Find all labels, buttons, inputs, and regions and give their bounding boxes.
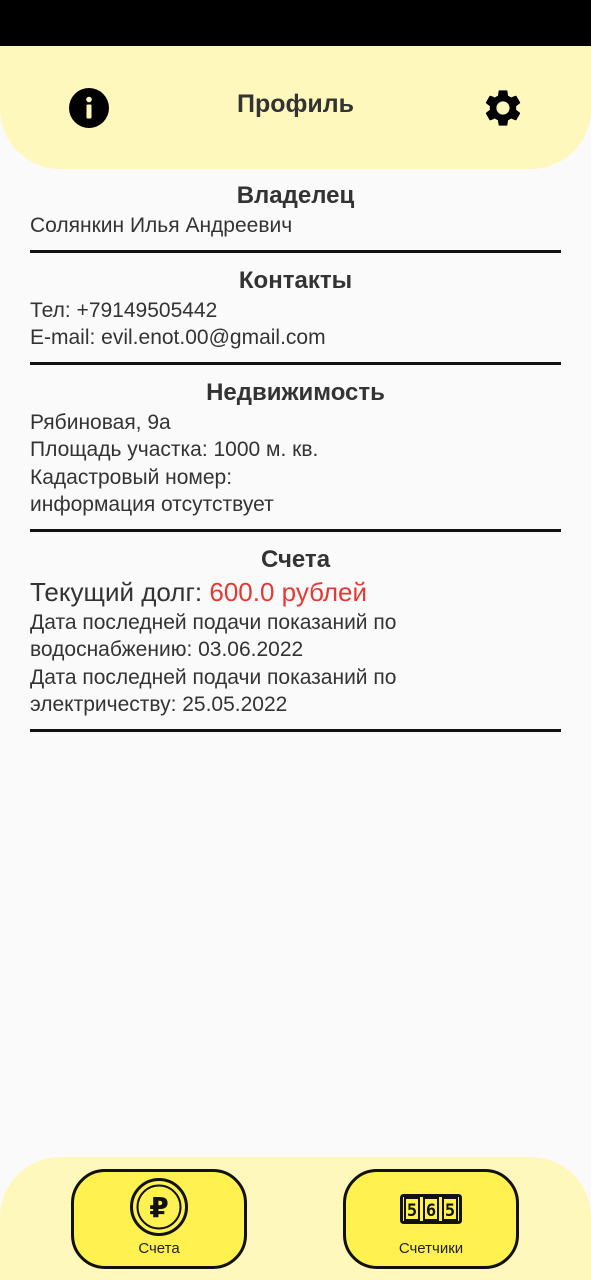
contacts-section: Контакты Тел: +79149505442 E-mail: evil.… (30, 265, 561, 365)
bills-title: Счета (260, 545, 331, 573)
debt-value: 600.0 рублей (209, 576, 367, 607)
electric-date-line2: электричеству: 25.05.2022 (30, 693, 288, 716)
svg-text:₽: ₽ (149, 1191, 168, 1224)
cadastral-value: информация отсутствует (30, 493, 274, 516)
svg-text:5: 5 (445, 1201, 455, 1221)
property-title: Недвижимость (206, 378, 385, 406)
water-date-line2: водоснабжению: 03.06.2022 (30, 638, 304, 661)
owner-section: Владелец Солянкин Илья Андреевич (30, 180, 561, 253)
settings-button[interactable] (481, 86, 525, 130)
cadastral-label: Кадастровый номер: (30, 465, 233, 489)
property-section: Недвижимость Рябиновая, 9а Площадь участ… (30, 377, 561, 532)
debt-label: Текущий долг: (30, 576, 210, 607)
meters-nav-button[interactable]: 5 6 5 Счетчики (343, 1169, 519, 1269)
meters-nav-label: Счетчики (398, 1240, 464, 1257)
debt-row: Текущий долг: 600.0 рублей (30, 576, 561, 609)
water-date-line1: Дата последней подачи показаний по (30, 610, 397, 634)
gear-icon (485, 90, 521, 126)
ruble-coin-icon: ₽ (130, 1178, 188, 1236)
contact-email: E-mail: evil.enot.00@gmail.com (30, 326, 326, 349)
contacts-title: Контакты (238, 266, 353, 294)
owner-title: Владелец (236, 182, 355, 209)
svg-text:6: 6 (426, 1201, 436, 1221)
profile-content: Владелец Солянкин Илья Андреевич Контакт… (30, 180, 561, 744)
app-bar: Профиль (0, 46, 591, 169)
property-area: Площадь участка: 1000 м. кв. (30, 438, 319, 461)
bills-section: Счета Текущий долг: 600.0 рублей Дата по… (30, 544, 561, 732)
property-address: Рябиновая, 9а (30, 410, 171, 434)
contact-phone: Тел: +79149505442 (30, 298, 218, 322)
meter-counter-icon: 5 6 5 (400, 1194, 462, 1224)
bottom-navigation: ₽ Счета 5 6 5 Счетчики (0, 1157, 591, 1280)
status-bar (0, 0, 591, 46)
bills-nav-label: Счета (138, 1240, 180, 1257)
owner-name: Солянкин Илья Андреевич (30, 214, 293, 237)
electric-date-line1: Дата последней подачи показаний по (30, 665, 397, 689)
svg-text:5: 5 (407, 1201, 417, 1221)
bills-nav-button[interactable]: ₽ Счета (71, 1169, 247, 1269)
